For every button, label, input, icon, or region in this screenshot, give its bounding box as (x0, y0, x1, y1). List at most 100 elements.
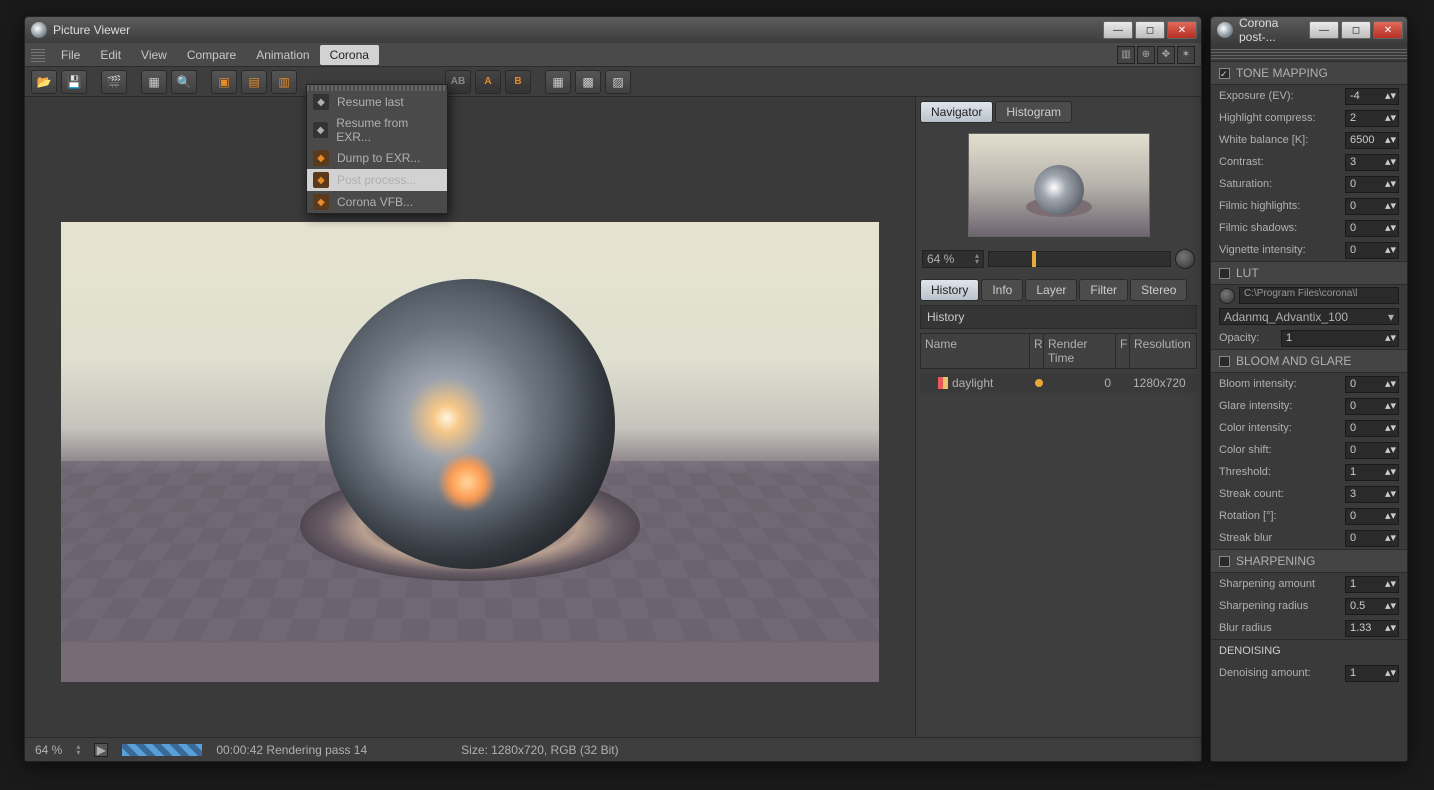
denoise-spinner-0[interactable]: 1▴▾ (1345, 665, 1399, 682)
filter2-button[interactable]: ▩ (575, 70, 601, 94)
side-minimize-button[interactable]: — (1309, 21, 1339, 39)
bloom-spinner-6[interactable]: 0▴▾ (1345, 508, 1399, 525)
col-r[interactable]: R (1030, 334, 1044, 368)
export-c-button[interactable]: ▥ (271, 70, 297, 94)
menuitem-dump-to-exr-[interactable]: ◆Dump to EXR... (307, 147, 447, 169)
maximize-button[interactable]: ◻ (1135, 21, 1165, 39)
tab-layer[interactable]: Layer (1025, 279, 1077, 301)
tonemapping-spinner-5[interactable]: 0▴▾ (1345, 198, 1399, 215)
bloom-spinner-2[interactable]: 0▴▾ (1345, 420, 1399, 437)
tonemapping-spinner-2[interactable]: 6500▴▾ (1345, 132, 1399, 149)
sharpen-row-1: Sharpening radius0.5▴▾ (1211, 595, 1407, 617)
bloom-spinner-3[interactable]: 0▴▾ (1345, 442, 1399, 459)
col-f[interactable]: F (1116, 334, 1130, 368)
bloom-spinner-7[interactable]: 0▴▾ (1345, 530, 1399, 547)
sharpen-spinner-1[interactable]: 0.5▴▾ (1345, 598, 1399, 615)
render-viewport[interactable] (25, 97, 915, 737)
col-rendertime[interactable]: Render Time (1044, 334, 1116, 368)
zoom-slider[interactable] (988, 251, 1171, 267)
bloom-checkbox[interactable] (1219, 356, 1230, 367)
tab-history[interactable]: History (920, 279, 979, 301)
bloom-spinner-1[interactable]: 0▴▾ (1345, 398, 1399, 415)
tonemapping-checkbox[interactable] (1219, 68, 1230, 79)
bloom-spinner-4[interactable]: 1▴▾ (1345, 464, 1399, 481)
close-button[interactable]: ✕ (1167, 21, 1197, 39)
menu-animation[interactable]: Animation (246, 45, 319, 65)
tab-info[interactable]: Info (981, 279, 1023, 301)
layout-icon[interactable]: ▥ (1117, 46, 1135, 64)
menuitem-corona-vfb-[interactable]: ◆Corona VFB... (307, 191, 447, 213)
tonemapping-row-3: Contrast:3▴▾ (1211, 151, 1407, 173)
statusbar: 64 % ▴▾ ▶ 00:00:42 Rendering pass 14 Siz… (25, 737, 1201, 761)
menuitem-resume-from-exr-: ◆Resume from EXR... (307, 113, 447, 147)
lut-opacity-spinner[interactable]: 1▴▾ (1281, 330, 1399, 347)
section-lut[interactable]: LUT (1211, 261, 1407, 285)
history-row[interactable]: daylight 0 1280x720 (920, 373, 1197, 393)
tonemapping-spinner-0[interactable]: -4▴▾ (1345, 88, 1399, 105)
expand-icon[interactable]: ⊕ (1137, 46, 1155, 64)
play-button[interactable]: ▶ (94, 743, 108, 757)
tonemapping-spinner-4[interactable]: 0▴▾ (1345, 176, 1399, 193)
move-icon[interactable]: ✥ (1157, 46, 1175, 64)
zoom-reset-button[interactable] (1175, 249, 1195, 269)
navigator-tabbar: Navigator Histogram (920, 101, 1197, 123)
sharpen-spinner-0[interactable]: 1▴▾ (1345, 576, 1399, 593)
tab-filter[interactable]: Filter (1079, 279, 1128, 301)
tonemapping-row-7: Vignette intensity:0▴▾ (1211, 239, 1407, 261)
zoom-field[interactable]: 64 %▴▾ (922, 250, 984, 268)
bloom-row-7: Streak blur0▴▾ (1211, 527, 1407, 549)
ab-compare-button[interactable]: AB (445, 70, 471, 94)
lut-checkbox[interactable] (1219, 268, 1230, 279)
grip-icon (31, 48, 45, 62)
col-name[interactable]: Name (921, 334, 1030, 368)
tonemapping-spinner-1[interactable]: 2▴▾ (1345, 110, 1399, 127)
section-denoising[interactable]: DENOISING (1211, 639, 1407, 662)
section-tonemapping[interactable]: TONE MAPPING (1211, 61, 1407, 85)
bloom-row-1: Glare intensity:0▴▾ (1211, 395, 1407, 417)
zoom-stepper[interactable]: ▴▾ (76, 744, 80, 756)
tab-histogram[interactable]: Histogram (995, 101, 1072, 123)
side-maximize-button[interactable]: ◻ (1341, 21, 1371, 39)
filter1-button[interactable]: ▦ (545, 70, 571, 94)
lut-preset-combo[interactable]: Adanmq_Advantix_100▾ (1219, 308, 1399, 325)
bloom-spinner-0[interactable]: 0▴▾ (1345, 376, 1399, 393)
tab-stereo[interactable]: Stereo (1130, 279, 1187, 301)
menu-compare[interactable]: Compare (177, 45, 246, 65)
col-resolution[interactable]: Resolution (1130, 334, 1196, 368)
sharpen-spinner-2[interactable]: 1.33▴▾ (1345, 620, 1399, 637)
menuitem-post-process-[interactable]: ◆Post process... (307, 169, 447, 191)
panel-grip-icon[interactable] (1211, 49, 1407, 59)
navigator-thumbnail[interactable] (968, 133, 1150, 237)
tonemapping-spinner-3[interactable]: 3▴▾ (1345, 154, 1399, 171)
side-titlebar[interactable]: Corona post-... — ◻ ✕ (1211, 17, 1407, 43)
menu-file[interactable]: File (51, 45, 90, 65)
clapper-button[interactable]: 🎬 (101, 70, 127, 94)
search-button[interactable]: 🔍 (171, 70, 197, 94)
b-button[interactable]: B (505, 70, 531, 94)
menu-corona[interactable]: Corona (320, 45, 379, 65)
side-close-button[interactable]: ✕ (1373, 21, 1403, 39)
export-b-button[interactable]: ▤ (241, 70, 267, 94)
settings-icon[interactable]: ✶ (1177, 46, 1195, 64)
titlebar[interactable]: Picture Viewer — ◻ ✕ (25, 17, 1201, 43)
grid-button[interactable]: ▦ (141, 70, 167, 94)
tonemapping-spinner-7[interactable]: 0▴▾ (1345, 242, 1399, 259)
menu-edit[interactable]: Edit (90, 45, 131, 65)
filter3-button[interactable]: ▨ (605, 70, 631, 94)
tonemapping-spinner-6[interactable]: 0▴▾ (1345, 220, 1399, 237)
a-button[interactable]: A (475, 70, 501, 94)
export-a-button[interactable]: ▣ (211, 70, 237, 94)
open-button[interactable]: 📂 (31, 70, 57, 94)
save-button[interactable]: 💾 (61, 70, 87, 94)
lut-browse-button[interactable] (1219, 288, 1235, 304)
lut-path-field[interactable]: C:\Program Files\corona\l (1239, 287, 1399, 304)
section-sharpening[interactable]: SHARPENING (1211, 549, 1407, 573)
section-bloom[interactable]: BLOOM AND GLARE (1211, 349, 1407, 373)
bloom-spinner-5[interactable]: 3▴▾ (1345, 486, 1399, 503)
minimize-button[interactable]: — (1103, 21, 1133, 39)
sharpening-checkbox[interactable] (1219, 556, 1230, 567)
tab-navigator[interactable]: Navigator (920, 101, 993, 123)
tonemapping-row-0: Exposure (EV):-4▴▾ (1211, 85, 1407, 107)
bloom-row-4: Threshold:1▴▾ (1211, 461, 1407, 483)
menu-view[interactable]: View (131, 45, 177, 65)
